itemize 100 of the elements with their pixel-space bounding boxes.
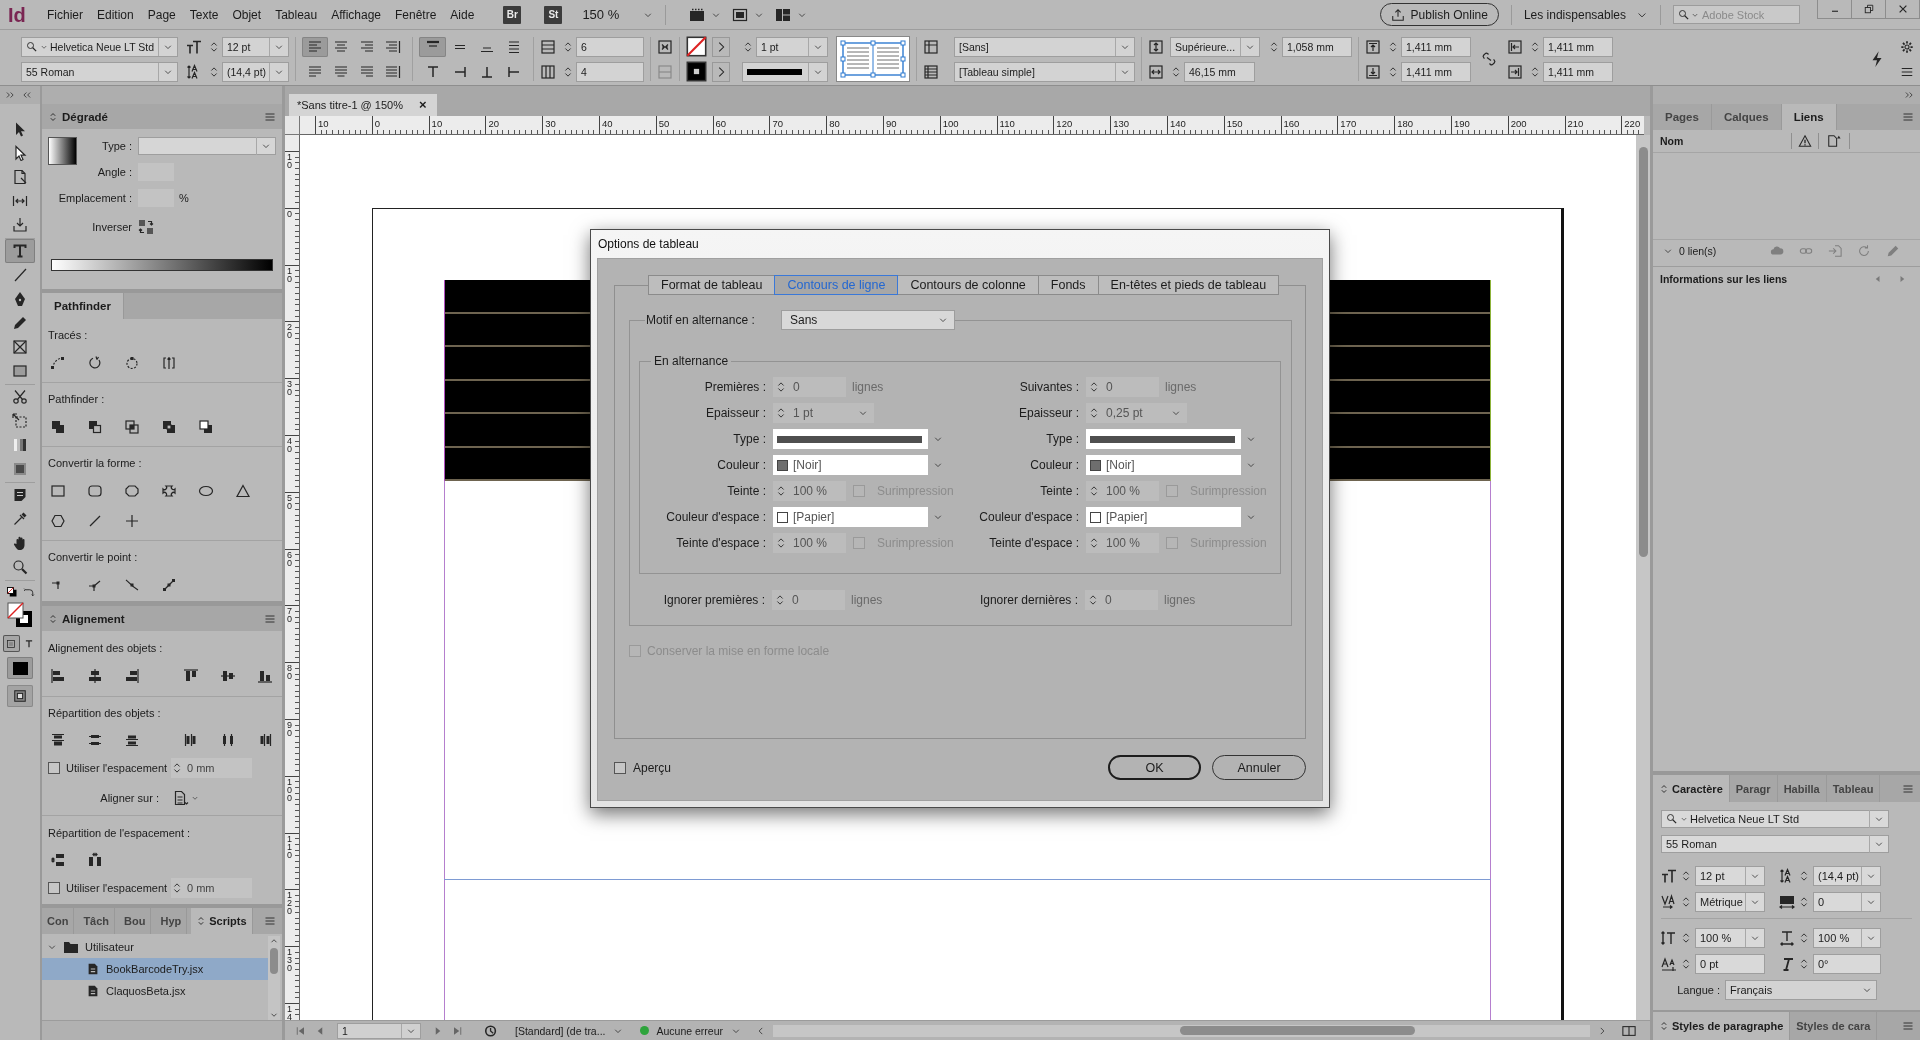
ellipse-icon[interactable] [198,483,214,499]
search-icon[interactable] [26,40,38,53]
none-swatch-icon[interactable] [686,36,707,57]
color-dropdown[interactable]: [Papier] [1086,507,1241,527]
horizontal-scale-field[interactable]: 100 % [1813,928,1881,948]
column-width-field[interactable]: 46,15 mm [1184,61,1255,82]
skew-field[interactable]: 0° [1813,954,1881,974]
scroll-thumb[interactable] [1180,1026,1415,1035]
stroke-weight-field[interactable]: 1 pt [756,36,828,57]
checkbox-label[interactable]: Aperçu [633,760,672,775]
split-view-icon[interactable] [1622,1023,1636,1038]
screen-mode-icon[interactable] [731,6,750,23]
panel-tab[interactable]: Caractère [1653,775,1730,802]
tray-arrow-icon[interactable] [12,217,28,233]
row-height-mode-dropdown[interactable]: Supérieure... [1170,36,1260,57]
leading-field[interactable]: (14,4 pt) [1813,866,1881,886]
leading-field[interactable]: (14,4 pt) [222,61,289,82]
collapse-arrows-icon[interactable] [48,613,58,624]
menu-item[interactable]: Affichage [324,3,388,26]
horizontal-spacing-icon[interactable] [87,852,103,868]
hand-icon[interactable] [12,535,28,551]
row-count-field[interactable]: 6 [576,36,644,57]
menu-item[interactable]: Objet [225,3,269,26]
panel-tab[interactable]: Pathfinder [42,293,124,319]
panel-tab[interactable]: Styles de cara [1790,1012,1878,1040]
distribute-left-edges-icon[interactable] [183,732,199,748]
script-file-icon[interactable] [86,984,100,998]
double-chevron-left-icon[interactable] [22,90,32,100]
vertical-scale-icon[interactable] [1661,930,1677,946]
font-size-icon[interactable] [1661,868,1677,884]
split-cells-icon[interactable] [657,63,673,80]
distribute-top-edges-icon[interactable] [50,732,66,748]
menu-item[interactable]: Aide [443,3,482,26]
hexagon-icon[interactable] [50,513,66,529]
open-path-icon[interactable] [87,355,103,371]
scrollbar[interactable] [268,936,280,1020]
collapse-arrows-icon[interactable] [1659,1021,1669,1031]
app-logo[interactable]: Id [0,2,40,27]
gradient-swatch-icon[interactable] [12,437,28,453]
align-top-edges-icon[interactable] [183,668,199,684]
justify-right-icon[interactable] [359,63,375,80]
container-format-button[interactable] [2,635,20,652]
ok-button[interactable]: OK [1108,755,1201,780]
horizontal-scale-icon[interactable] [1779,930,1795,946]
page-icon[interactable] [12,169,28,185]
cell-style-icon[interactable] [923,38,939,55]
inset-top-icon[interactable] [1365,38,1381,55]
spacing-field[interactable]: 0 mm [171,758,252,778]
merge-cells-icon[interactable] [657,38,673,55]
rectangle-shape-icon[interactable] [50,483,66,499]
scroll-thumb[interactable] [1638,147,1648,557]
workspace-dropdown[interactable]: Les indispensables [1523,7,1648,22]
screen-mode-button[interactable] [7,685,33,707]
dialog-tab[interactable]: En-têtes et pieds de tableau [1097,275,1280,295]
align-horizontal-centers-icon[interactable] [87,668,103,684]
panel-tab[interactable]: Liens [1781,104,1837,130]
scroll-right-icon[interactable] [1597,1025,1607,1036]
minus-back-icon[interactable] [198,419,214,435]
checkbox[interactable] [614,761,626,774]
menu-item[interactable]: Fenêtre [388,3,444,26]
color-dropdown[interactable]: [Noir] [773,455,928,475]
spacing-field[interactable]: 0 mm [171,878,252,898]
number-field[interactable]: 0 [1085,590,1158,610]
table-style-icon[interactable] [923,63,939,80]
scissors-icon[interactable] [12,389,28,405]
align-vertical-centers-icon[interactable] [220,668,236,684]
align-bottom-edges-icon[interactable] [257,668,273,684]
distribute-vertical-centers-icon[interactable] [87,732,103,748]
inverse-rounded-icon[interactable] [161,483,177,499]
line-icon[interactable] [12,267,28,283]
number-field[interactable]: 0 [1086,377,1159,397]
kerning-icon[interactable] [1661,894,1677,910]
menu-item[interactable]: Texte [182,3,226,26]
checkbox-label[interactable]: Utiliser l'espacement [66,882,168,894]
vertical-scale-field[interactable]: 100 % [1695,928,1765,948]
default-colors-icon[interactable] [5,586,18,598]
note-icon[interactable] [12,487,28,503]
column-count-field[interactable]: 4 [576,61,644,82]
bottom-inset-field[interactable]: 1,411 mm [1401,61,1471,82]
top-inset-field[interactable]: 1,411 mm [1401,36,1471,57]
type-tool-button[interactable] [5,239,35,263]
line-type-dropdown[interactable] [1086,429,1241,449]
tree-item[interactable]: Utilisateur [42,936,268,958]
align-center-icon[interactable] [333,38,349,55]
pen-nib-icon[interactable] [12,291,28,307]
tracking-icon[interactable] [1779,894,1795,910]
warning-icon[interactable] [1798,134,1812,148]
window-layout-icon[interactable] [774,6,793,23]
justify-center-icon[interactable] [333,63,349,80]
fill-stroke-icon[interactable] [7,602,33,628]
row-height-icon[interactable] [1148,38,1164,55]
document-tab[interactable]: *Sans titre-1 @ 150% × [289,94,437,116]
symmetric-point-icon[interactable] [161,577,177,593]
align-to-spine-icon[interactable] [385,38,401,55]
eyedropper-icon[interactable] [12,511,28,527]
upload-icon[interactable] [1390,7,1405,22]
collapse-arrows-icon[interactable] [1659,783,1669,794]
feather-swatch-icon[interactable] [12,461,28,477]
zoom-level-dropdown[interactable]: 150 % [582,7,654,22]
font-style-field[interactable]: 55 Roman [21,61,178,82]
